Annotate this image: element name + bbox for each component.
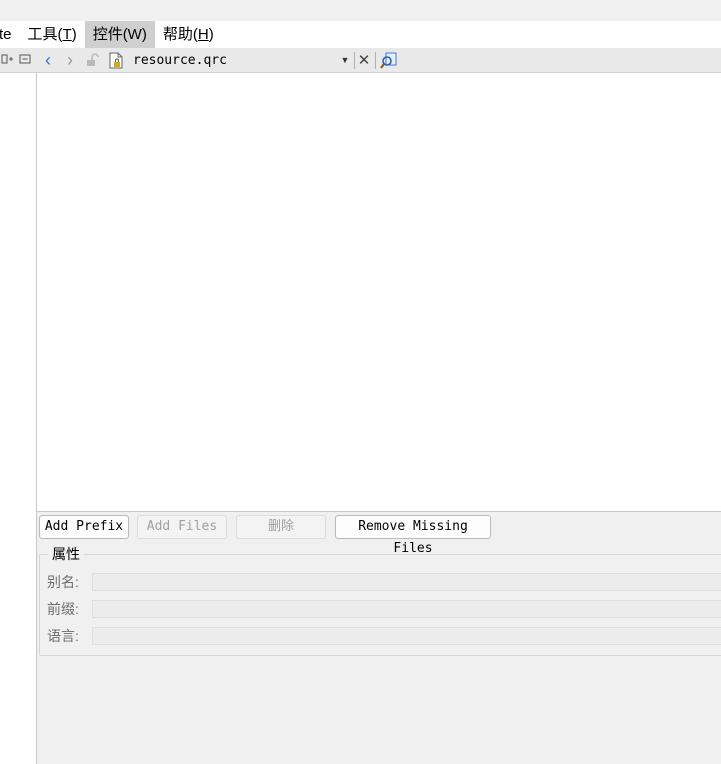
- resource-editor-panel: Add Prefix Add Files 删除 Remove Missing F…: [37, 512, 721, 764]
- prefix-label: 前缀:: [47, 601, 79, 617]
- prefix-field[interactable]: [92, 600, 721, 618]
- locate-file-icon[interactable]: [380, 52, 398, 69]
- menu-mnemonic: T: [62, 26, 72, 43]
- alias-row: 别名:: [40, 571, 721, 593]
- menu-bar: te 工具(T) 控件(W) 帮助(H): [0, 21, 721, 48]
- alias-label: 别名:: [47, 574, 79, 590]
- collapse-icon[interactable]: [19, 53, 31, 65]
- menu-suffix: ): [71, 26, 77, 43]
- menu-label: te: [0, 26, 12, 43]
- language-row: 语言:: [40, 625, 721, 647]
- back-arrow-icon[interactable]: ‹: [41, 51, 55, 69]
- menu-suffix: ): [208, 26, 214, 43]
- window-title-strip: [0, 0, 721, 21]
- editor-toolbar: ‹ › resource.qrc ▼ ✕: [37, 48, 721, 73]
- alias-field[interactable]: [92, 573, 721, 591]
- menu-item-partial[interactable]: te: [0, 21, 20, 48]
- menu-label: 控件(W): [92, 26, 147, 43]
- locked-file-icon: [109, 52, 123, 69]
- properties-title: 属性: [48, 544, 84, 564]
- delete-button[interactable]: 删除: [236, 515, 326, 539]
- language-field[interactable]: [92, 627, 721, 645]
- forward-arrow-icon[interactable]: ›: [63, 51, 77, 69]
- resource-tree-view[interactable]: [37, 73, 721, 512]
- prefix-row: 前缀:: [40, 598, 721, 620]
- menu-item-widgets[interactable]: 控件(W): [84, 21, 155, 48]
- split-add-icon[interactable]: [1, 53, 13, 65]
- close-icon[interactable]: ✕: [357, 52, 371, 69]
- language-label: 语言:: [47, 628, 79, 644]
- add-files-button[interactable]: Add Files: [137, 515, 227, 539]
- unlocked-icon[interactable]: [85, 52, 99, 69]
- menu-mnemonic: H: [197, 26, 209, 43]
- left-toolbar: [0, 48, 37, 73]
- toolbar-separator: [375, 52, 376, 69]
- remove-missing-files-button[interactable]: Remove Missing Files: [335, 515, 491, 556]
- menu-label: 工具(: [27, 26, 63, 43]
- chevron-down-icon[interactable]: ▼: [339, 52, 351, 69]
- toolbar-separator: [354, 52, 355, 69]
- properties-group: 属性 别名: 前缀: 语言:: [39, 544, 721, 656]
- left-sidebar: [0, 48, 37, 764]
- menu-item-help[interactable]: 帮助(H): [155, 21, 222, 48]
- menu-label: 帮助(: [162, 26, 198, 43]
- current-file-name[interactable]: resource.qrc: [133, 52, 227, 69]
- menu-item-tools[interactable]: 工具(T): [20, 21, 85, 48]
- add-prefix-button[interactable]: Add Prefix: [39, 515, 129, 539]
